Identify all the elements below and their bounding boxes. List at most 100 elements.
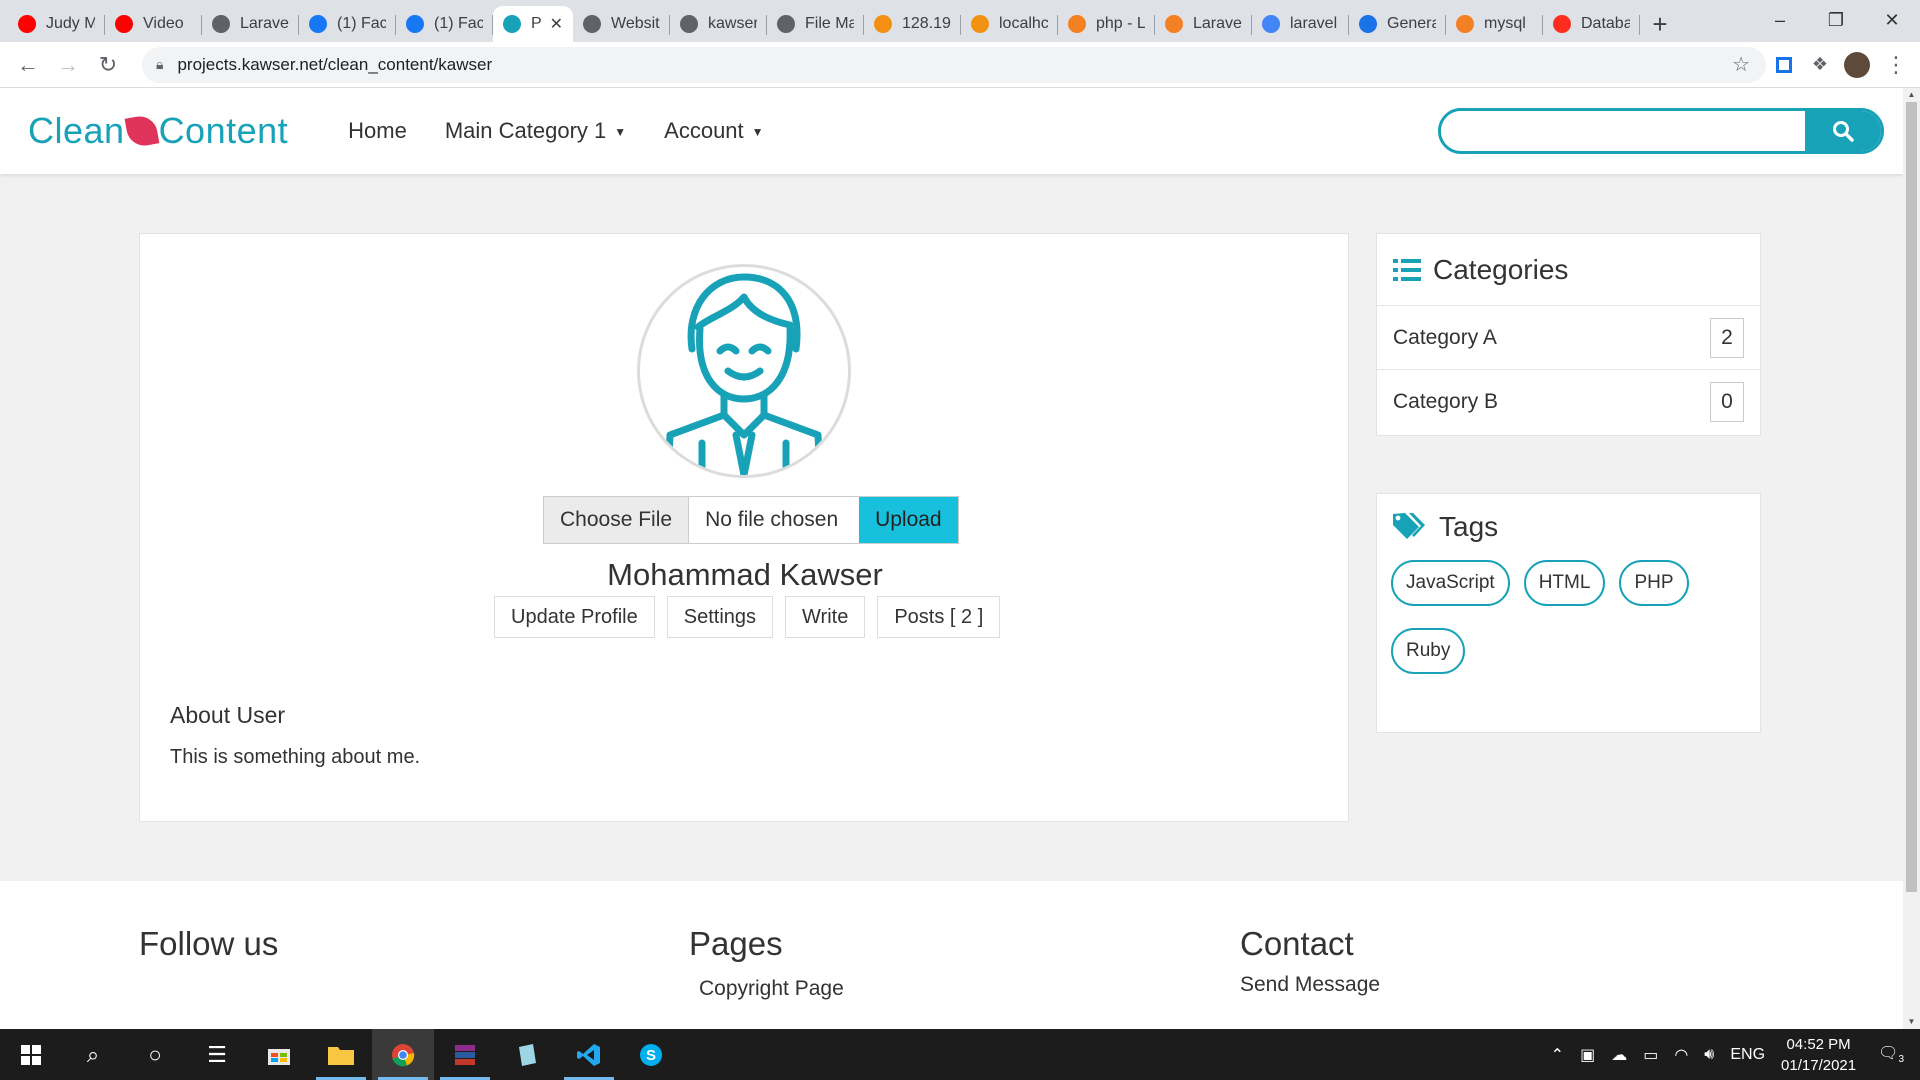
store-icon[interactable] [248, 1029, 310, 1080]
categories-title: Categories [1433, 253, 1569, 285]
notepad-icon[interactable] [496, 1029, 558, 1080]
system-tray: ⌃ ▣ ☁ ▭ ◠ 🔊︎ ENG 04:52 PM 01/17/2021 🗨︎3 [1551, 1029, 1920, 1080]
language-indicator[interactable]: ENG [1730, 1046, 1765, 1064]
winrar-icon[interactable] [434, 1029, 496, 1080]
address-bar[interactable]: 🔒︎ projects.kawser.net/clean_content/kaw… [142, 46, 1766, 83]
browser-tab[interactable]: laravel [1252, 6, 1349, 42]
site-navbar: Clean Content Home Main Category 1 ▼ Acco… [0, 88, 1903, 174]
browser-tab[interactable]: (1) Face [396, 6, 493, 42]
browser-tab-strip: Judy M Video Laravel (1) Face (1) Face Pro ✕ We… [0, 0, 1920, 42]
clock[interactable]: 04:52 PM 01/17/2021 [1781, 1034, 1856, 1076]
browser-tab[interactable]: Databa [1543, 6, 1640, 42]
vscode-icon[interactable] [558, 1029, 620, 1080]
wifi-icon[interactable]: ◠ [1674, 1045, 1688, 1065]
pma-icon [874, 15, 892, 33]
profile-avatar-icon[interactable] [1844, 51, 1870, 78]
browser-tab[interactable]: Pro ✕ [493, 6, 573, 42]
browser-tab[interactable]: Video [105, 6, 202, 42]
search-button[interactable] [1805, 111, 1881, 151]
tab-title: localhc [999, 15, 1048, 32]
minimize-icon[interactable]: – [1752, 0, 1808, 40]
settings-button[interactable]: Settings [666, 596, 774, 638]
page-scrollbar[interactable]: ▲ ▼ [1903, 88, 1920, 1029]
caret-down-icon: ▼ [614, 125, 627, 140]
browser-tab[interactable]: 128.19 [864, 6, 961, 42]
choose-file-button[interactable]: Choose File [544, 497, 690, 543]
scroll-up-arrow[interactable]: ▲ [1903, 88, 1920, 102]
nav-home[interactable]: Home [348, 118, 407, 144]
category-name: Category B [1393, 390, 1499, 413]
forward-icon[interactable]: → [48, 45, 88, 85]
tab-title: Pro [531, 15, 542, 32]
windows-start-icon[interactable] [0, 1029, 62, 1080]
globe-icon [680, 15, 698, 33]
category-item[interactable]: Category B 0 [1377, 370, 1760, 434]
browser-tab[interactable]: localhc [961, 6, 1058, 42]
scrollbar-thumb[interactable] [1906, 102, 1917, 892]
back-icon[interactable]: ← [8, 45, 48, 85]
notifications-icon[interactable]: 🗨︎3 [1878, 1043, 1904, 1065]
tag-javascript[interactable]: JavaScript [1391, 560, 1510, 606]
search-input[interactable] [1441, 111, 1805, 151]
copyright-page-link[interactable]: Copyright Page [699, 977, 844, 1001]
tab-title: (1) Face [337, 15, 386, 32]
chrome-menu-icon[interactable]: ⋮ [1876, 45, 1916, 85]
nav-account[interactable]: Account ▼ [664, 118, 763, 144]
meet-now-icon[interactable]: ▣ [1580, 1045, 1595, 1065]
site-logo[interactable]: Clean Content [28, 110, 288, 152]
reader-extension-icon[interactable] [1766, 47, 1802, 83]
send-message-link[interactable]: Send Message [1240, 973, 1380, 997]
browser-tab[interactable]: Genera [1349, 6, 1446, 42]
tab-title: Judy M [46, 15, 95, 32]
logo-text-right: Content [158, 110, 289, 151]
upload-button[interactable]: Upload [859, 497, 958, 543]
volume-icon[interactable]: 🔊︎ [1704, 1046, 1714, 1064]
browser-tab[interactable]: mysql [1446, 6, 1543, 42]
posts-button[interactable]: Posts [ 2 ] [877, 596, 1001, 638]
logo-text-left: Clean [28, 110, 125, 151]
user-avatar [637, 264, 851, 478]
chevron-up-icon[interactable]: ⌃ [1551, 1045, 1564, 1065]
lock-icon: 🔒︎ [156, 56, 164, 72]
browser-tab[interactable]: php - L [1058, 6, 1155, 42]
browser-tab[interactable]: Laravel [202, 6, 299, 42]
onedrive-icon[interactable]: ☁ [1611, 1045, 1627, 1065]
bookmark-star-icon[interactable]: ☆ [1732, 52, 1750, 77]
chrome-icon[interactable] [372, 1029, 434, 1080]
close-window-icon[interactable]: ✕ [1864, 0, 1920, 40]
site-search [1438, 108, 1884, 154]
browser-tab[interactable]: File Ma [767, 6, 864, 42]
tag-ruby[interactable]: Ruby [1391, 628, 1466, 674]
close-tab-icon[interactable]: ✕ [550, 14, 563, 34]
browser-tab[interactable]: Judy M [8, 6, 105, 42]
new-tab-button[interactable]: + [1640, 6, 1680, 42]
reload-icon[interactable]: ↻ [88, 45, 128, 85]
battery-icon[interactable]: ▭ [1643, 1045, 1658, 1065]
skype-icon[interactable]: S [620, 1029, 682, 1080]
footer-contact-heading: Contact [1240, 925, 1354, 962]
task-view-icon[interactable]: ☰ [186, 1029, 248, 1080]
tab-title: Websit [611, 15, 660, 32]
tab-list: Judy M Video Laravel (1) Face (1) Face Pro ✕ We… [0, 0, 1640, 42]
browser-tab[interactable]: Laravel [1155, 6, 1252, 42]
restore-icon[interactable]: ❐ [1808, 0, 1864, 40]
extensions-puzzle-icon[interactable]: ❖ [1802, 47, 1838, 83]
tags-header: Tags [1377, 494, 1760, 560]
tag-php[interactable]: PHP [1619, 560, 1689, 606]
laravel-icon [1553, 15, 1571, 33]
profile-card: Choose File No file chosen Upload Mohamm… [139, 233, 1349, 822]
browser-tab[interactable]: (1) Face [299, 6, 396, 42]
category-item[interactable]: Category A 2 [1377, 306, 1760, 370]
file-explorer-icon[interactable] [310, 1029, 372, 1080]
browser-tab[interactable]: kawser [670, 6, 767, 42]
update-profile-button[interactable]: Update Profile [494, 596, 655, 638]
scroll-down-arrow[interactable]: ▼ [1903, 1015, 1920, 1029]
write-button[interactable]: Write [785, 596, 866, 638]
nav-main-category[interactable]: Main Category 1 ▼ [445, 118, 626, 144]
browser-toolbar: ← → ↻ 🔒︎ projects.kawser.net/clean_conte… [0, 42, 1920, 88]
svg-text:S: S [646, 1047, 656, 1064]
browser-tab[interactable]: Websit [573, 6, 670, 42]
tag-html[interactable]: HTML [1523, 560, 1606, 606]
cortana-icon[interactable]: ○ [124, 1029, 186, 1080]
search-icon[interactable]: ⌕ [62, 1029, 124, 1080]
